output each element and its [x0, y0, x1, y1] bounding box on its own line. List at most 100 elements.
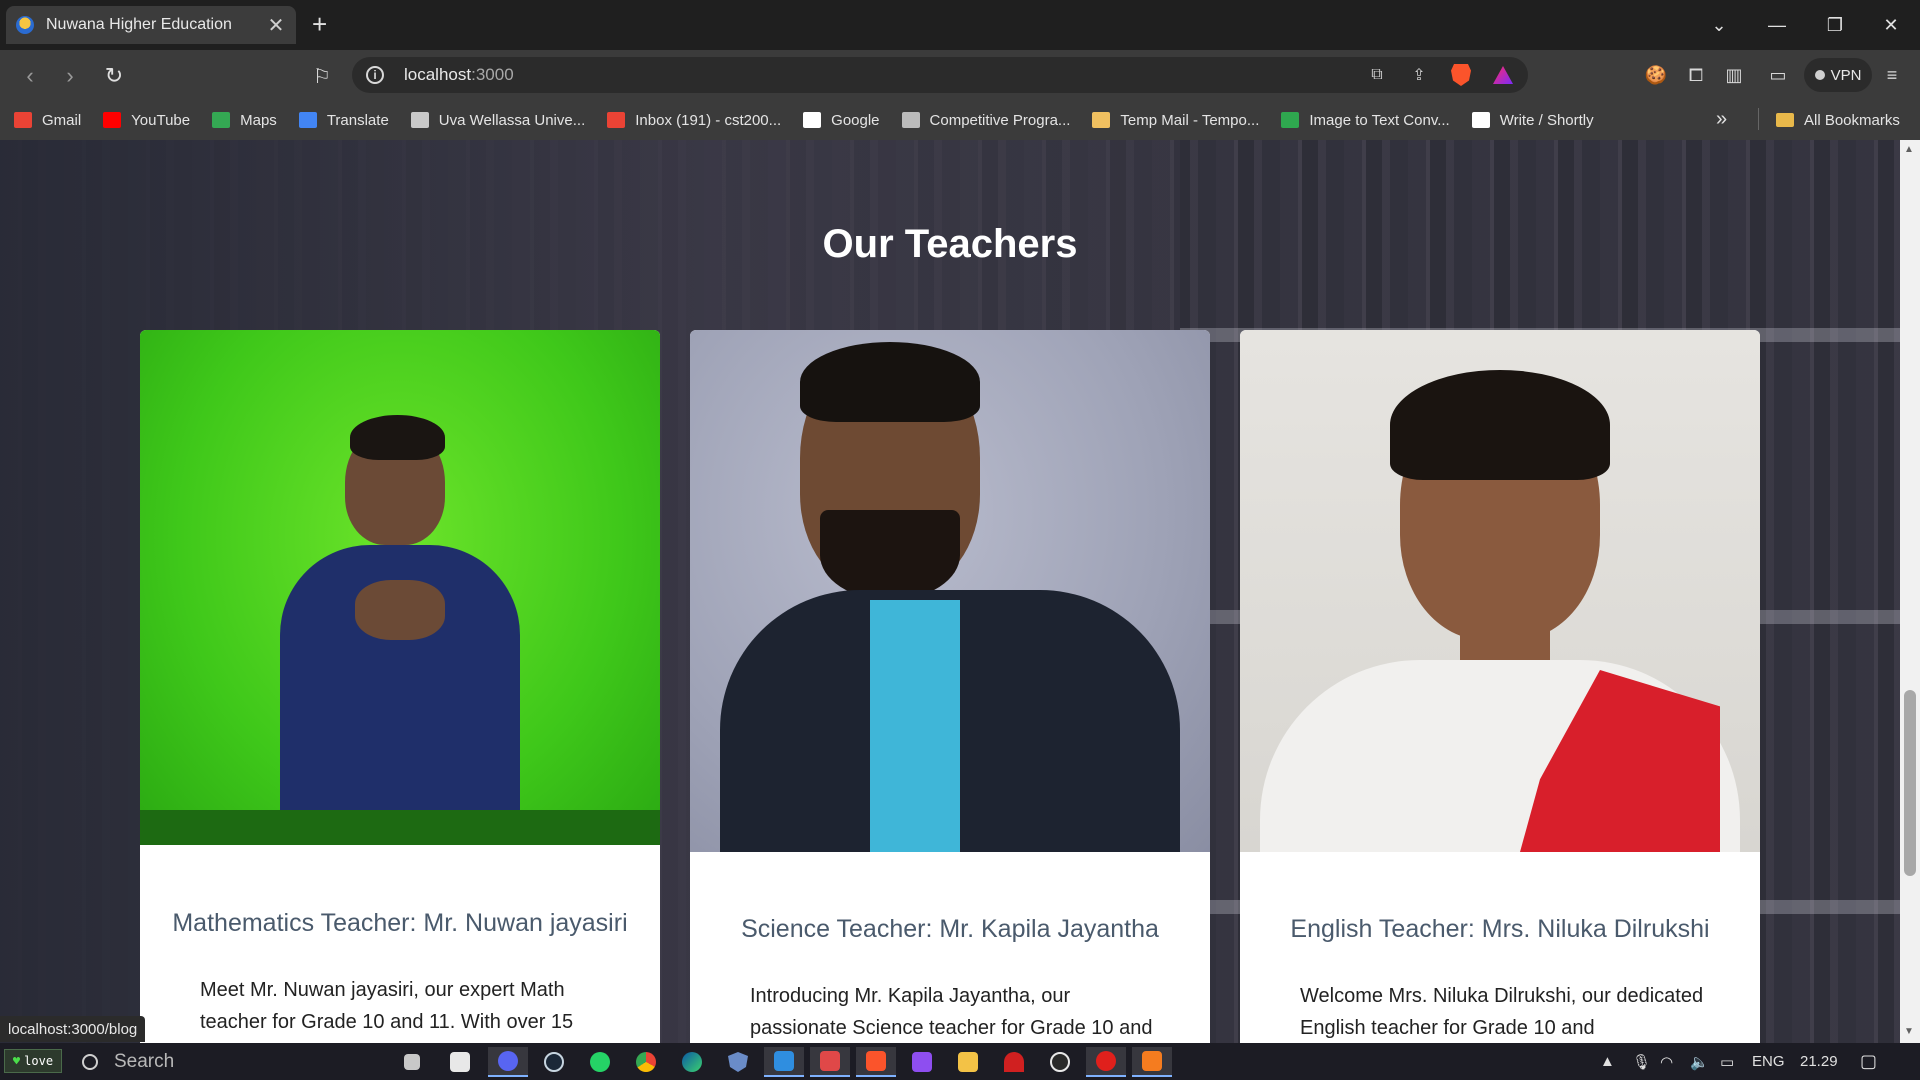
xampp-icon[interactable]	[1132, 1047, 1172, 1077]
url-port: :3000	[471, 65, 514, 84]
back-button[interactable]: ‹	[16, 62, 44, 90]
scroll-up-arrow-icon[interactable]: ▲	[1904, 144, 1914, 155]
bookmark-item[interactable]: Gmail	[14, 112, 81, 129]
browser-tab[interactable]: Nuwana Higher Education ✕	[6, 6, 296, 44]
bookmarks-divider	[1758, 108, 1759, 130]
bookmark-page-icon[interactable]: ⚐	[308, 62, 336, 90]
menu-icon[interactable]: ≡	[1880, 63, 1904, 87]
bookmark-item[interactable]: Temp Mail - Tempo...	[1092, 112, 1259, 129]
bookmark-item[interactable]: Competitive Progra...	[901, 112, 1070, 129]
cookie-extension-icon[interactable]: 🍪	[1644, 63, 1668, 87]
video-app-icon[interactable]	[902, 1047, 942, 1077]
url-host: localhost	[404, 65, 472, 84]
vscode-icon[interactable]	[764, 1047, 804, 1077]
stop-app-icon[interactable]	[1086, 1047, 1126, 1077]
battery-icon[interactable]: ▭	[1720, 1043, 1734, 1080]
chrome-icon[interactable]	[626, 1047, 666, 1077]
bookmark-label: Translate	[326, 111, 389, 129]
bookmark-label: Maps	[240, 111, 277, 129]
bookmark-label: Google	[831, 111, 880, 129]
magnet-app-icon[interactable]	[994, 1047, 1034, 1077]
teacher-photo-english	[1240, 330, 1760, 852]
image-text-icon	[1281, 112, 1300, 128]
brave-rewards-icon[interactable]	[1492, 64, 1514, 86]
file-explorer-icon[interactable]	[948, 1047, 988, 1077]
security-shield-icon[interactable]	[718, 1047, 758, 1077]
edge-icon[interactable]	[672, 1047, 712, 1077]
volume-icon[interactable]: 🔈	[1690, 1043, 1709, 1080]
all-bookmarks-button[interactable]: All Bookmarks	[1776, 100, 1900, 140]
share-icon[interactable]: ⇪	[1408, 64, 1430, 86]
scroll-down-arrow-icon[interactable]: ▼	[1904, 1026, 1914, 1037]
teacher-title: Science Teacher: Mr. Kapila Jayantha	[741, 915, 1159, 943]
vpn-button[interactable]: VPN	[1804, 58, 1872, 92]
language-indicator[interactable]: ENG	[1752, 1043, 1785, 1080]
open-in-app-icon[interactable]: ⧉	[1366, 64, 1388, 86]
bookmark-item[interactable]: Google	[803, 111, 880, 129]
bookmark-label: Gmail	[42, 111, 82, 129]
whatsapp-icon[interactable]	[580, 1047, 620, 1077]
bookmark-item[interactable]: Image to Text Conv...	[1281, 112, 1450, 129]
taskbar-search[interactable]: Search	[82, 1048, 174, 1076]
steam-icon[interactable]	[534, 1047, 574, 1077]
site-info-icon[interactable]: i	[366, 66, 384, 84]
notifications-icon[interactable]: ▢	[1860, 1043, 1877, 1080]
bookmark-item[interactable]: Inbox (191) - cst200...	[607, 112, 781, 129]
bookmark-label: Temp Mail - Tempo...	[1120, 111, 1260, 129]
terminal-app-icon[interactable]	[810, 1047, 850, 1077]
brave-shields-icon[interactable]	[1450, 64, 1472, 86]
teacher-card: Science Teacher: Mr. Kapila Jayantha Int…	[690, 330, 1210, 1043]
site-favicon-icon	[16, 16, 34, 34]
vpn-status-icon	[1814, 70, 1825, 80]
wallet-icon[interactable]: ▭	[1766, 63, 1790, 87]
page-scrollbar[interactable]: ▲ ▼	[1900, 140, 1920, 1043]
new-tab-button[interactable]: +	[312, 10, 327, 38]
tab-search-chevron-icon[interactable]: ⌄	[1690, 0, 1748, 50]
bookmark-item[interactable]: Maps	[212, 112, 277, 129]
extensions-puzzle-icon[interactable]: ⧠	[1684, 63, 1708, 87]
forward-button[interactable]: ›	[56, 62, 84, 90]
globe-app-icon[interactable]	[1040, 1047, 1080, 1077]
all-bookmarks-label: All Bookmarks	[1804, 111, 1900, 129]
teacher-photo-science	[690, 330, 1210, 852]
bookmark-item[interactable]: Translate	[298, 111, 389, 129]
bookmark-item[interactable]: Uva Wellassa Unive...	[410, 112, 585, 129]
tray-overflow-chevron-icon[interactable]: ▲	[1600, 1043, 1615, 1080]
wifi-icon[interactable]: ◠	[1660, 1043, 1673, 1080]
bookmark-item[interactable]: YouTube	[103, 112, 190, 129]
news-widget-icon[interactable]	[440, 1047, 480, 1077]
taskbar: ♥ love Search ▲ 🎙 ◠ 🔈 ▭ ENG 21.29 ▢	[0, 1043, 1920, 1080]
close-tab-icon[interactable]: ✕	[266, 13, 286, 38]
sidebar-toggle-icon[interactable]: ▥	[1722, 63, 1746, 87]
bookmark-label: Write / Shortly	[1499, 111, 1594, 129]
clock[interactable]: 21.29	[1800, 1043, 1838, 1080]
close-window-button[interactable]: ✕	[1862, 0, 1920, 50]
teacher-description: Welcome Mrs. Niluka Dilrukshi, our dedic…	[1300, 985, 1704, 1039]
scrollbar-thumb[interactable]	[1904, 690, 1916, 876]
discord-icon[interactable]	[488, 1047, 528, 1077]
url-text[interactable]: localhost:3000	[404, 65, 1346, 85]
shortly-icon	[1471, 112, 1490, 128]
reload-button[interactable]: ↻	[100, 62, 128, 90]
love-widget[interactable]: ♥ love	[4, 1049, 62, 1073]
browser-toolbar: ‹ › ↻ ⚐ i localhost:3000 ⧉ ⇪ 🍪 ⧠ ▥ ▭ ≡	[0, 50, 1920, 100]
cc-icon	[901, 112, 920, 128]
minimize-button[interactable]: —	[1748, 0, 1806, 50]
youtube-icon	[103, 112, 122, 128]
teacher-card: Mathematics Teacher: Mr. Nuwan jayasiri …	[140, 330, 660, 1043]
bookmarks-bar: Gmail YouTube Maps Translate Uva Wellassa Un…	[0, 100, 1920, 140]
teacher-photo-math	[140, 330, 660, 845]
more-bookmarks-chevron-icon[interactable]: »	[1716, 108, 1727, 131]
microphone-icon[interactable]: 🎙	[1632, 1043, 1651, 1080]
tab-strip: Nuwana Higher Education ✕ + ⌄ — ❐ ✕	[0, 0, 1920, 50]
brave-icon[interactable]	[856, 1047, 896, 1077]
address-bar[interactable]: i localhost:3000 ⧉ ⇪	[352, 57, 1528, 93]
bookmark-item[interactable]: Write / Shortly	[1471, 111, 1594, 129]
tab-title: Nuwana Higher Education	[46, 16, 232, 33]
heart-icon: ♥	[12, 1054, 21, 1068]
page-viewport: Our Teachers Mathematics Teacher: Mr. Nu…	[0, 140, 1900, 1043]
restore-button[interactable]: ❐	[1806, 0, 1864, 50]
search-icon	[82, 1054, 98, 1070]
task-view-icon[interactable]	[392, 1047, 432, 1077]
mail-icon	[1092, 112, 1111, 128]
